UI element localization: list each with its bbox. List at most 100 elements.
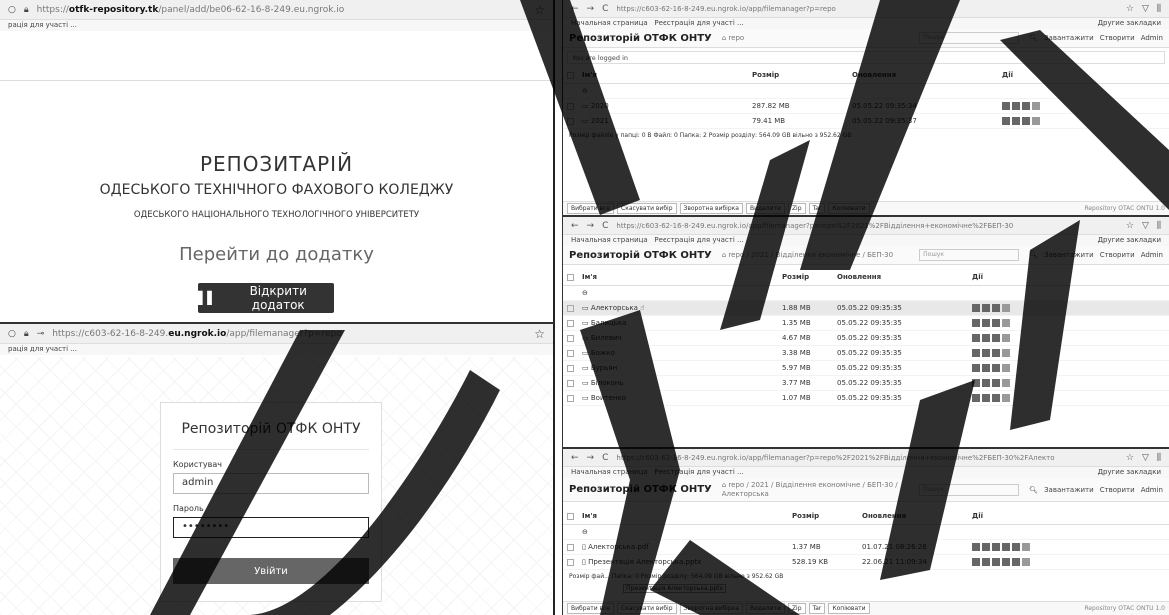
home-icon[interactable]: ⌂ <box>722 251 726 259</box>
parent-dir-icon[interactable]: ⊖ <box>578 524 788 540</box>
pocket-icon[interactable]: ▽ <box>1142 453 1149 463</box>
back-icon[interactable]: ← <box>571 4 579 14</box>
table-row[interactable]: ▭ Балицька 1.35 MB 05.05.22 09:35:35 <box>563 315 1169 331</box>
row-checkbox[interactable] <box>567 379 574 387</box>
delete-button[interactable]: Видалити <box>745 603 785 614</box>
parent-dir-icon[interactable]: ⊖ <box>578 285 778 301</box>
library-icon[interactable]: ⫼ <box>1157 4 1161 14</box>
search-input[interactable]: Пошук <box>919 249 1020 261</box>
row-actions[interactable] <box>968 360 1169 376</box>
library-icon[interactable]: ⫼ <box>1157 453 1161 463</box>
bookmark-item[interactable]: Реєстрація для участі ... <box>654 19 743 27</box>
other-bookmarks[interactable]: Другие закладки <box>1098 236 1161 245</box>
forward-icon[interactable]: → <box>587 4 595 14</box>
row-actions[interactable] <box>968 375 1169 391</box>
forward-icon[interactable]: → <box>587 453 595 463</box>
table-row[interactable]: ▯ Алекторська.pdf 1.37 MB 01.07.21 08:26:2… <box>563 539 1169 555</box>
row-name[interactable]: Білоконь <box>591 379 624 387</box>
table-row[interactable]: ▭ 2020 287.82 MB 05.05.22 09:35:34 <box>563 98 1169 114</box>
bookmark-item[interactable]: Реєстрація для участі ... <box>654 236 743 244</box>
bookmark-home[interactable]: Начальная страница <box>571 468 648 476</box>
star-icon[interactable]: ☆ <box>534 327 545 341</box>
row-checkbox[interactable] <box>567 558 574 566</box>
cancel-selection-button[interactable]: Скасувати вибір <box>617 603 677 614</box>
address-bar[interactable]: ○ 🔒︎ ⊸ https://c603-62-16-8-249.eu.ngrok… <box>0 324 553 344</box>
address-bar[interactable]: ← → C https://c603-62-16-8-249.eu.ngrok.… <box>563 449 1169 467</box>
row-name[interactable]: Балицька <box>591 319 627 327</box>
table-row[interactable]: ▭ Божко 3.38 MB 05.05.22 09:35:35 <box>563 345 1169 361</box>
other-bookmarks[interactable]: Другие закладки <box>1098 468 1161 477</box>
row-actions[interactable] <box>998 98 1169 114</box>
reload-icon[interactable]: C <box>602 221 608 231</box>
select-all-checkbox[interactable] <box>567 71 574 79</box>
bookmark-home[interactable]: Начальная страница <box>571 19 648 27</box>
row-name[interactable]: Презентація Алекторська.pptx <box>588 558 701 566</box>
tar-button[interactable]: Tar <box>808 203 826 214</box>
url-text[interactable]: https://c603-62-16-8-249.eu.ngrok.io/app… <box>616 5 1117 13</box>
search-input[interactable]: Пошук <box>919 483 1020 496</box>
row-actions[interactable] <box>968 315 1169 331</box>
pocket-icon[interactable]: ▽ <box>1142 4 1149 14</box>
upload-button[interactable]: Завантажити <box>1044 486 1094 494</box>
search-icon[interactable]: 🔍︎ <box>1029 251 1038 259</box>
row-checkbox[interactable] <box>567 543 574 551</box>
row-actions[interactable] <box>968 390 1169 406</box>
select-all-checkbox[interactable] <box>567 273 574 281</box>
create-button[interactable]: Створити <box>1100 486 1135 494</box>
row-actions[interactable] <box>968 345 1169 361</box>
row-name[interactable]: 2020 <box>591 102 609 110</box>
cancel-selection-button[interactable]: Скасувати вибір <box>617 203 677 214</box>
upload-button[interactable]: Завантажити <box>1044 251 1094 259</box>
zip-button[interactable]: Zip <box>787 203 806 214</box>
other-bookmarks[interactable]: Другие закладки <box>1098 19 1161 28</box>
star-icon[interactable]: ☆ <box>1126 453 1134 463</box>
password-input[interactable]: •••••••• <box>173 517 369 538</box>
copy-button[interactable]: Копіювати <box>828 603 870 614</box>
row-checkbox[interactable] <box>567 364 574 372</box>
back-icon[interactable]: ← <box>571 221 579 231</box>
col-size[interactable]: Розмір <box>788 508 858 525</box>
row-checkbox[interactable] <box>567 117 574 125</box>
row-actions[interactable] <box>998 113 1169 129</box>
reload-icon[interactable]: C <box>602 453 608 463</box>
library-icon[interactable]: ⫼ <box>1157 221 1161 231</box>
tar-button[interactable]: Tar <box>808 603 826 614</box>
table-row[interactable]: ▭ Алекторська ☝ 1.88 MB 05.05.22 09:35:35 <box>563 300 1169 316</box>
col-updated[interactable]: Оновлення <box>833 269 968 286</box>
home-icon[interactable]: ⌂ <box>722 34 726 42</box>
col-name[interactable]: Ім'я <box>578 269 778 286</box>
select-all-button[interactable]: Вибрати все <box>567 203 615 214</box>
table-row[interactable]: ▭ 2021 79.41 MB 05.05.22 09:35:37 <box>563 113 1169 129</box>
create-button[interactable]: Створити <box>1100 251 1135 259</box>
app-brand[interactable]: Репозиторій ОТФК ОНТУ <box>569 250 712 261</box>
col-name[interactable]: Ім'я <box>578 67 748 84</box>
row-checkbox[interactable] <box>567 334 574 342</box>
url-text[interactable]: https://c603-62-16-8-249.eu.ngrok.io/app… <box>52 329 526 339</box>
url-text[interactable]: https://otfk-repository.tk/panel/add/be0… <box>37 5 527 15</box>
delete-button[interactable]: Видалити <box>745 203 785 214</box>
address-bar[interactable]: ← → C https://c603-62-16-8-249.eu.ngrok.… <box>563 0 1169 18</box>
copy-button[interactable]: Копіювати <box>828 203 870 214</box>
search-icon[interactable]: 🔍︎ <box>1029 34 1038 42</box>
row-checkbox[interactable] <box>567 349 574 357</box>
bookmark-home[interactable]: Начальная страница <box>571 236 648 244</box>
invert-selection-button[interactable]: Зворотна вибірка <box>679 203 743 214</box>
parent-dir-icon[interactable]: ⊖ <box>578 83 748 99</box>
invert-selection-button[interactable]: Зворотна вибірка <box>679 603 743 614</box>
row-actions[interactable] <box>968 330 1169 346</box>
search-input[interactable]: Пошук <box>919 32 1020 44</box>
table-row[interactable]: ▭ Билевич 4.67 MB 05.05.22 09:35:35 <box>563 330 1169 346</box>
admin-menu[interactable]: Admin <box>1141 251 1163 259</box>
select-all-button[interactable]: Вибрати все <box>567 603 615 614</box>
table-row[interactable]: ▭ Войтенко 1.07 MB 05.05.22 09:35:35 <box>563 390 1169 406</box>
search-icon[interactable]: 🔍︎ <box>1029 486 1038 494</box>
col-name[interactable]: Ім'я <box>578 508 788 525</box>
home-icon[interactable]: ⌂ <box>722 481 726 489</box>
reload-icon[interactable]: C <box>602 4 608 14</box>
app-brand[interactable]: Репозиторій ОТФК ОНТУ <box>569 484 712 495</box>
row-name[interactable]: Войтенко <box>591 394 626 402</box>
star-icon[interactable]: ☆ <box>1126 221 1134 231</box>
url-text[interactable]: https://c603-62-16-8-249.eu.ngrok.io/app… <box>616 222 1117 230</box>
col-updated[interactable]: Оновлення <box>858 508 968 525</box>
col-updated[interactable]: Оновлення <box>848 67 998 84</box>
